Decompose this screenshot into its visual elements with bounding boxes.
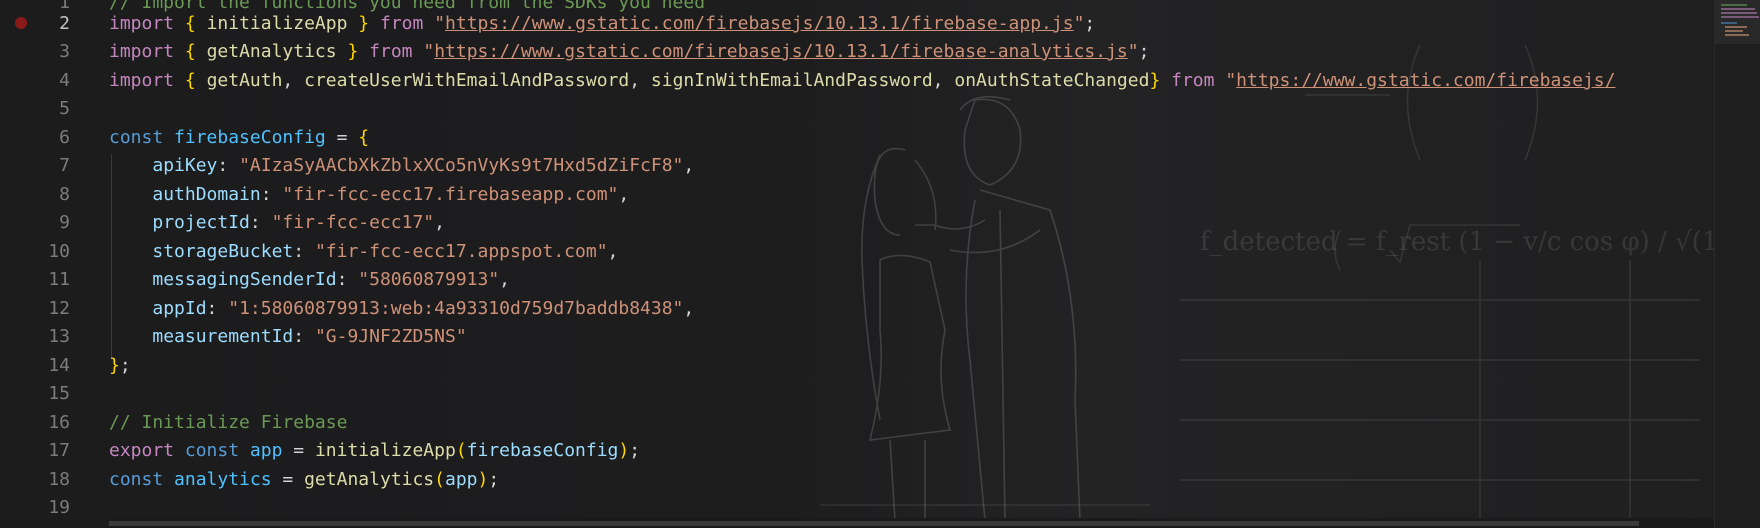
code-line: const analytics = getAnalytics(app);	[109, 469, 500, 490]
import-url-link[interactable]: https://www.gstatic.com/firebasejs/10.13…	[445, 13, 1074, 34]
import-url-link[interactable]: https://www.gstatic.com/firebasejs/10.13…	[434, 41, 1128, 62]
line-number: 10	[48, 241, 70, 262]
minimap-line	[1721, 16, 1759, 18]
code-line: messagingSenderId: "58060879913",	[152, 269, 511, 290]
horizontal-scrollbar[interactable]	[109, 518, 1714, 528]
minimap-line	[1725, 26, 1747, 28]
line-number: 5	[59, 98, 70, 119]
line-number: 16	[48, 412, 70, 433]
minimap-line	[1721, 12, 1757, 14]
line-number: 13	[48, 326, 70, 347]
code-line: authDomain: "fir-fcc-ecc17.firebaseapp.c…	[152, 184, 630, 205]
line-number: 7	[59, 155, 70, 176]
code-line: import { getAnalytics } from "https://ww…	[109, 41, 1150, 62]
code-line: storageBucket: "fir-fcc-ecc17.appspot.co…	[152, 241, 619, 262]
minimap-line	[1725, 30, 1743, 32]
line-number: 3	[59, 41, 70, 62]
line-number: 19	[48, 497, 70, 518]
code-line: measurementId: "G-9JNF2ZD5NS"	[152, 326, 467, 347]
code-line: projectId: "fir-fcc-ecc17",	[152, 212, 445, 233]
code-text-area[interactable]: // Import the functions you need from th…	[109, 0, 1714, 528]
line-number-gutter[interactable]: 1 2 3 4 5 6 7 8 9 10 11 12 13 14 15 16 1…	[0, 0, 90, 528]
code-line: // Initialize Firebase	[109, 412, 348, 433]
line-number: 15	[48, 383, 70, 404]
code-line: import { initializeApp } from "https://w…	[109, 13, 1096, 34]
minimap-line	[1725, 34, 1749, 36]
import-url-link[interactable]: https://www.gstatic.com/firebasejs/	[1236, 70, 1615, 91]
code-line: const firebaseConfig = {	[109, 127, 370, 148]
minimap-line	[1721, 4, 1747, 6]
code-line: };	[109, 355, 131, 376]
code-line: apiKey: "AIzaSyAACbXkZblxXCo5nVyKs9t7Hxd…	[152, 155, 695, 176]
line-number: 11	[48, 269, 70, 290]
horizontal-scrollbar-thumb[interactable]	[109, 521, 1639, 526]
minimap[interactable]	[1714, 0, 1760, 528]
line-number: 4	[59, 70, 70, 91]
line-number: 9	[59, 212, 70, 233]
line-number: 14	[48, 355, 70, 376]
line-number: 8	[59, 184, 70, 205]
line-number: 17	[48, 440, 70, 461]
line-number: 18	[48, 469, 70, 490]
code-line: import { getAuth, createUserWithEmailAnd…	[109, 70, 1616, 91]
code-line: appId: "1:58060879913:web:4a93310d759d7b…	[152, 298, 695, 319]
minimap-line	[1721, 22, 1737, 24]
minimap-line	[1721, 8, 1755, 10]
code-editor[interactable]: f_detected = f_rest (1 − v/c cos φ) / √(…	[0, 0, 1760, 528]
line-number: 6	[59, 127, 70, 148]
code-line: export const app = initializeApp(firebas…	[109, 440, 641, 461]
line-number: 2	[59, 13, 70, 34]
line-number: 12	[48, 298, 70, 319]
